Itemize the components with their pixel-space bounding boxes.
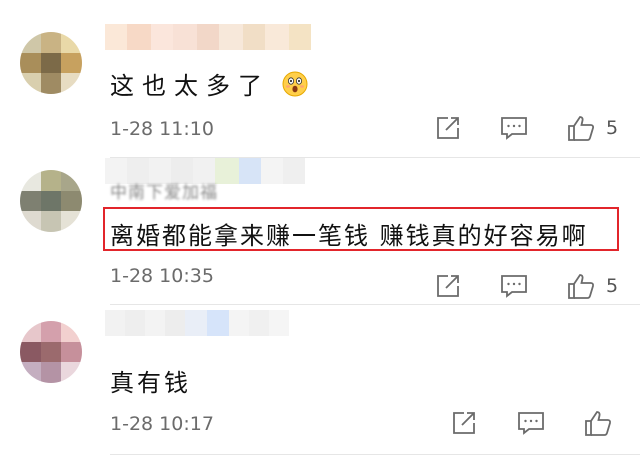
comment-button[interactable] — [517, 409, 545, 437]
share-button[interactable] — [434, 114, 462, 142]
like-icon — [568, 274, 595, 299]
comment-item: 这也太多了 1-28 11:10 5 — [0, 0, 640, 158]
username-text[interactable]: 中南下爱加福 — [110, 178, 218, 203]
comment-time: 1-28 10:35 — [110, 265, 214, 287]
comment-text: 离婚都能拿来赚一笔钱 赚钱真的好容易啊 — [110, 222, 588, 250]
share-icon — [453, 412, 475, 434]
like-count: 5 — [606, 117, 619, 139]
share-icon — [437, 275, 459, 297]
comment-item: 中南下爱加福 离婚都能拿来赚一笔钱 赚钱真的好容易啊 1-28 10:35 5 — [0, 158, 640, 305]
comment-button[interactable] — [500, 272, 528, 300]
comment-icon — [518, 412, 544, 435]
username-blurred[interactable] — [105, 24, 311, 50]
avatar[interactable] — [20, 32, 82, 94]
comment-text: 这也太多了 — [110, 66, 308, 103]
comment-time: 1-28 11:10 — [110, 118, 214, 140]
username-blurred[interactable] — [105, 310, 289, 336]
comment-text: 真有钱 — [110, 369, 191, 397]
share-button[interactable] — [434, 272, 462, 300]
comment-time: 1-28 10:17 — [110, 413, 214, 435]
shocked-emoji-icon — [282, 71, 308, 103]
share-button[interactable] — [450, 409, 478, 437]
like-count: 5 — [606, 275, 619, 297]
share-icon — [437, 117, 459, 139]
avatar[interactable] — [20, 170, 82, 232]
like-button[interactable] — [584, 409, 612, 437]
comment-icon — [501, 117, 527, 140]
like-button[interactable] — [567, 114, 595, 142]
like-button[interactable] — [567, 272, 595, 300]
comment-item: 真有钱 1-28 10:17 — [0, 305, 640, 455]
comment-icon — [501, 275, 527, 298]
like-icon — [568, 116, 595, 141]
avatar[interactable] — [20, 321, 82, 383]
comment-button[interactable] — [500, 114, 528, 142]
like-icon — [585, 411, 612, 436]
